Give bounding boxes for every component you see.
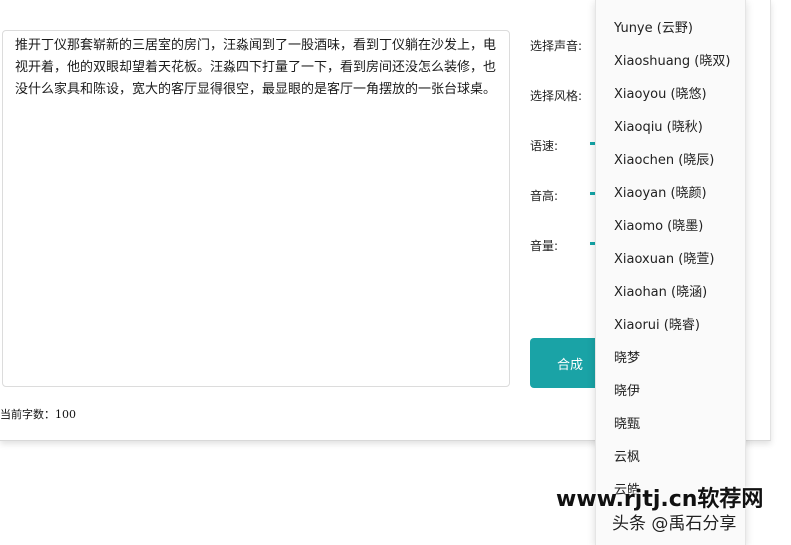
- dropdown-item[interactable]: Xiaoshuang (晓双): [614, 50, 730, 69]
- dropdown-item[interactable]: 晓甄: [614, 413, 640, 432]
- dropdown-item[interactable]: Xiaoxuan (晓萱): [614, 248, 714, 267]
- dropdown-item[interactable]: Yunye (云野): [614, 17, 693, 36]
- dropdown-item[interactable]: 云枫: [614, 446, 640, 465]
- voice-label: 选择声音:: [530, 39, 583, 53]
- voice-dropdown-menu[interactable]: ~~~~~ Yunye (云野) Xiaoshuang (晓双) Xiaoyou…: [595, 0, 746, 545]
- dropdown-item[interactable]: Xiaorui (晓睿): [614, 314, 700, 333]
- volume-label: 音量:: [530, 239, 559, 253]
- text-input-content: 推开丁仪那套崭新的三居室的房门，汪淼闻到了一股酒味，看到丁仪躺在沙发上，电视开着…: [15, 38, 497, 97]
- speed-label: 语速:: [530, 139, 559, 153]
- pitch-label: 音高:: [530, 189, 559, 203]
- dropdown-item-cut-off: ~~~~~: [614, 0, 668, 6]
- dropdown-item[interactable]: Xiaomo (晓墨): [614, 215, 703, 234]
- text-input-area[interactable]: 推开丁仪那套崭新的三居室的房门，汪淼闻到了一股酒味，看到丁仪躺在沙发上，电视开着…: [2, 30, 510, 387]
- dropdown-item[interactable]: Xiaochen (晓辰): [614, 149, 714, 168]
- credit-watermark: 头条 @禹石分享: [612, 514, 737, 534]
- style-label: 选择风格:: [530, 89, 583, 103]
- dropdown-item[interactable]: Xiaoqiu (晓秋): [614, 116, 703, 135]
- dropdown-item[interactable]: Xiaohan (晓涵): [614, 281, 707, 300]
- synthesize-button-label: 合成: [557, 357, 584, 373]
- dropdown-item[interactable]: 晓伊: [614, 380, 640, 399]
- dropdown-item[interactable]: Xiaoyan (晓颜): [614, 182, 707, 201]
- dropdown-item[interactable]: Xiaoyou (晓悠): [614, 83, 707, 102]
- dropdown-item[interactable]: 晓梦: [614, 347, 640, 366]
- char-count: 当前字数：100: [0, 408, 76, 421]
